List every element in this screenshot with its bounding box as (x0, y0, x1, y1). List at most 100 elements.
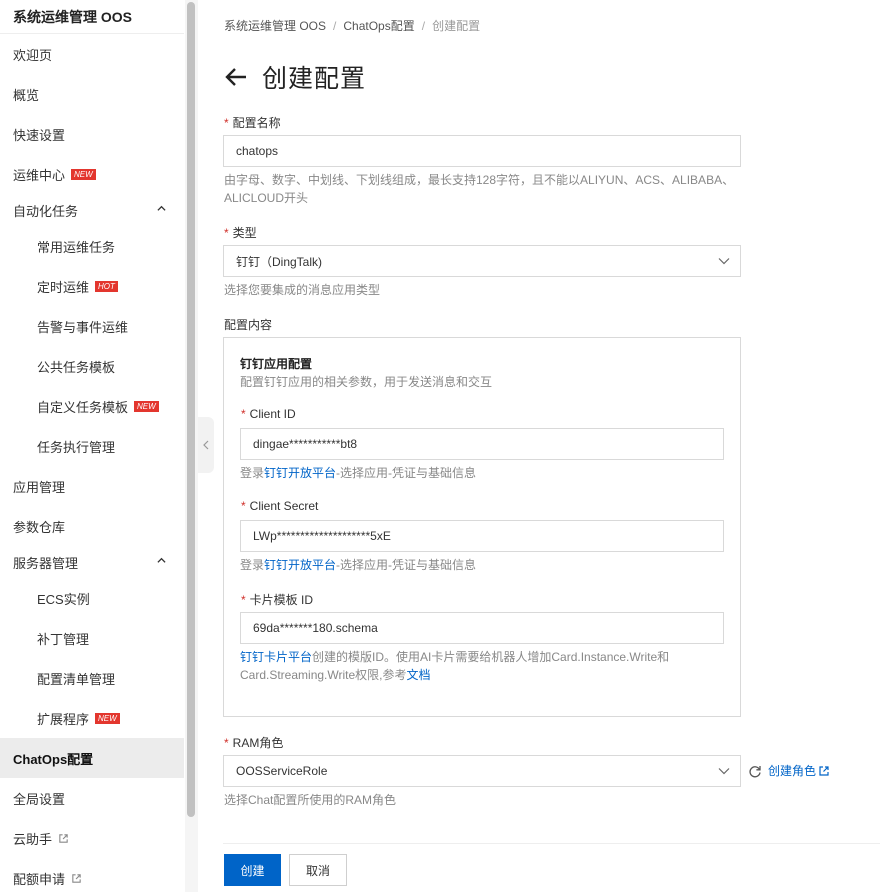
breadcrumb-item-current: 创建配置 (432, 19, 481, 33)
chevron-left-icon (203, 440, 209, 450)
name-help: 由字母、数字、中划线、下划线组成，最长支持128字符，且不能以ALIYUN、AC… (224, 173, 735, 205)
sidebar-item-ops-center[interactable]: 运维中心 NEW (0, 154, 184, 194)
ram-role-help: 选择Chat配置所使用的RAM角色 (224, 793, 397, 807)
help-text: -选择应用-凭证与基础信息 (336, 466, 477, 480)
sidebar-item-label: 概览 (13, 87, 40, 103)
help-text: 登录 (240, 466, 265, 480)
card-template-input[interactable]: 69da*******180.schema (240, 612, 724, 644)
sidebar-item-overview[interactable]: 概览 (0, 74, 184, 114)
name-input-value: chatops (236, 144, 279, 158)
ram-role-select[interactable]: OOSServiceRole (223, 755, 741, 787)
sidebar-item-extensions[interactable]: 扩展程序 NEW (0, 698, 184, 738)
type-select-value: 钉钉（DingTalk) (236, 254, 323, 269)
sidebar-item-executions[interactable]: 任务执行管理 (0, 426, 184, 466)
required-mark: * (224, 226, 229, 240)
sidebar-title: 系统运维管理 OOS (13, 9, 133, 25)
dingtalk-card-platform-link[interactable]: 钉钉卡片平台 (240, 650, 312, 664)
docs-link[interactable]: 文档 (406, 668, 430, 682)
sidebar-item-public-templates[interactable]: 公共任务模板 (0, 346, 184, 386)
sidebar-item-quota-request[interactable]: 配额申请 (0, 858, 184, 892)
sidebar-item-label: 应用管理 (13, 479, 66, 495)
required-mark: * (224, 736, 229, 750)
page-header: 创建配置 (224, 60, 366, 94)
sidebar-item-label: 常用运维任务 (37, 239, 116, 255)
breadcrumb-separator: / (421, 19, 426, 33)
type-select[interactable]: 钉钉（DingTalk) (223, 245, 741, 277)
page-title: 创建配置 (262, 65, 367, 93)
refresh-icon[interactable] (748, 764, 762, 778)
required-mark: * (241, 407, 246, 421)
sidebar-item-patch-management[interactable]: 补丁管理 (0, 618, 184, 658)
panel-subtitle: 配置钉钉应用的相关参数，用于发送消息和交互 (240, 375, 493, 389)
required-mark: * (224, 116, 229, 130)
sidebar-item-common-tasks[interactable]: 常用运维任务 (0, 226, 184, 266)
help-text: 登录 (240, 558, 265, 572)
sidebar-item-label: 配置清单管理 (37, 671, 116, 687)
create-button[interactable]: 创建 (224, 854, 281, 886)
card-template-label: * 卡片模板 ID (241, 591, 313, 608)
name-input[interactable]: chatops (223, 135, 741, 167)
chevron-down-icon (718, 258, 730, 265)
client-id-help: 登录钉钉开放平台-选择应用-凭证与基础信息 (240, 464, 476, 482)
sidebar-item-label: 参数仓库 (13, 519, 66, 535)
sidebar-item-label: 补丁管理 (37, 631, 90, 647)
sidebar-item-label: 公共任务模板 (37, 359, 116, 375)
client-secret-value: LWp********************5xE (253, 529, 391, 543)
client-secret-label: * Client Secret (241, 499, 318, 513)
dingtalk-open-platform-link[interactable]: 钉钉开放平台 (264, 558, 336, 572)
sidebar-scrollbar-thumb[interactable] (187, 2, 195, 817)
sidebar-item-custom-templates[interactable]: 自定义任务模板 NEW (0, 386, 184, 426)
panel-title: 钉钉应用配置 (240, 357, 313, 371)
name-label: * 配置名称 (224, 114, 281, 131)
sidebar-item-label: 告警与事件运维 (37, 319, 129, 335)
sidebar-item-label: 自动化任务 (13, 203, 79, 219)
client-secret-label-text: Client Secret (249, 499, 319, 513)
hot-badge: HOT (95, 280, 118, 292)
breadcrumb-item-oos[interactable]: 系统运维管理 OOS (224, 19, 326, 33)
sidebar-item-cloud-assistant[interactable]: 云助手 (0, 818, 184, 858)
chevron-up-icon (157, 205, 166, 211)
cancel-button[interactable]: 取消 (289, 854, 347, 886)
sidebar: 系统运维管理 OOS 欢迎页 概览 快速设置 运维中心 NEW 自动化任务 常用运… (0, 0, 198, 892)
sidebar-item-quick-setup[interactable]: 快速设置 (0, 114, 184, 154)
required-mark: * (241, 593, 246, 607)
sidebar-item-app-management[interactable]: 应用管理 (0, 466, 184, 506)
client-id-input[interactable]: dingae***********bt8 (240, 428, 724, 460)
type-label-text: 类型 (232, 226, 257, 240)
sidebar-item-alert-ops[interactable]: 告警与事件运维 (0, 306, 184, 346)
breadcrumb-item-chatops[interactable]: ChatOps配置 (343, 19, 414, 33)
type-label: * 类型 (224, 224, 257, 241)
sidebar-group-server-management[interactable]: 服务器管理 (0, 542, 184, 582)
card-template-value: 69da*******180.schema (253, 621, 378, 635)
footer-divider (223, 843, 880, 844)
sidebar-item-chatops-config[interactable]: ChatOps配置 (0, 738, 184, 778)
chevron-up-icon (157, 557, 166, 563)
create-role-link[interactable]: 创建角色 (768, 762, 816, 779)
external-link-icon (72, 873, 81, 883)
new-badge: NEW (71, 168, 96, 180)
sidebar-item-inventory[interactable]: 配置清单管理 (0, 658, 184, 698)
ram-role-label-text: RAM角色 (232, 736, 284, 750)
client-secret-input[interactable]: LWp********************5xE (240, 520, 724, 552)
sidebar-item-ecs-instances[interactable]: ECS实例 (0, 578, 184, 618)
help-text: -选择应用-凭证与基础信息 (336, 558, 477, 572)
client-secret-help: 登录钉钉开放平台-选择应用-凭证与基础信息 (240, 556, 476, 574)
sidebar-collapse-button[interactable] (198, 417, 214, 473)
sidebar-item-label: 快速设置 (13, 127, 66, 143)
back-arrow-icon[interactable] (224, 67, 248, 87)
sidebar-group-automation[interactable]: 自动化任务 (0, 190, 184, 230)
sidebar-item-scheduled-ops[interactable]: 定时运维 HOT (0, 266, 184, 306)
breadcrumb-separator: / (333, 19, 337, 33)
ram-role-value: OOSServiceRole (236, 764, 328, 778)
sidebar-item-global-settings[interactable]: 全局设置 (0, 778, 184, 818)
sidebar-item-label: ChatOps配置 (13, 751, 94, 767)
sidebar-item-welcome[interactable]: 欢迎页 (0, 34, 184, 74)
required-mark: * (241, 499, 246, 513)
sidebar-item-label: ECS实例 (37, 591, 90, 607)
sidebar-item-label: 服务器管理 (13, 555, 79, 571)
sidebar-item-parameter-store[interactable]: 参数仓库 (0, 506, 184, 546)
client-id-label: * Client ID (241, 407, 296, 421)
dingtalk-open-platform-link[interactable]: 钉钉开放平台 (264, 466, 336, 480)
content-label: 配置内容 (224, 318, 273, 332)
name-label-text: 配置名称 (232, 116, 281, 130)
